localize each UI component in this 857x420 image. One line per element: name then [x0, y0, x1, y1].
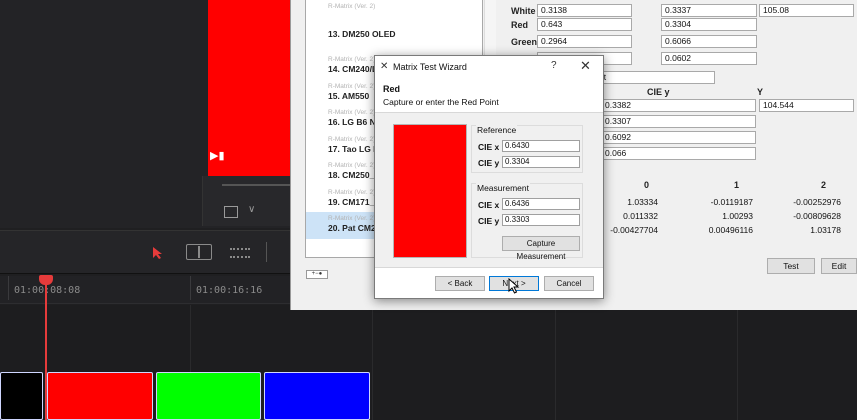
capture-measurement-button[interactable]: Capture Measurement	[502, 236, 580, 261]
meas-y-field[interactable]: 0.6092	[601, 131, 756, 144]
list-item-subtitle: R-Matrix (Ver. 2)	[328, 3, 376, 10]
matrix-col-header: 1	[734, 180, 740, 190]
step-subtitle: Capture or enter the Red Point	[383, 97, 499, 107]
help-icon[interactable]: ?	[551, 60, 557, 71]
white-y-field[interactable]: 0.3337	[661, 4, 757, 17]
red-label: Red	[511, 20, 529, 30]
wizard-body: Reference CIE x 0.6430 CIE y 0.3304 Meas…	[375, 112, 603, 268]
meas-cie-x-field[interactable]: 0.6436	[502, 198, 580, 210]
meas-y-field[interactable]: 0.3382	[601, 99, 756, 112]
playhead-line	[45, 284, 47, 420]
reference-group-title: Reference	[476, 125, 518, 135]
green-y-field[interactable]: 0.6066	[661, 35, 757, 48]
col-header-Y: Y	[757, 87, 764, 97]
list-item[interactable]: R-Matrix (Ver. 2)	[306, 0, 482, 27]
meas-cie-x-label: CIE x	[478, 200, 500, 210]
play-marker-icon[interactable]: ▶▮	[210, 150, 225, 162]
measurement-group: Measurement CIE x 0.6436 CIE y 0.3303 Ca…	[471, 183, 583, 261]
matrix-cell: -0.0119187	[710, 197, 753, 207]
list-item[interactable]: 13. DM250 OLED	[306, 27, 482, 54]
timeline-clip-blue[interactable]	[264, 372, 370, 420]
timeline-clip-red[interactable]	[47, 372, 153, 420]
green-label: Green	[511, 37, 538, 47]
meas-cie-y-field[interactable]: 0.3303	[502, 214, 580, 226]
wizard-step-header: Red Capture or enter the Red Point	[383, 84, 499, 107]
meas-y-field[interactable]: 0.3307	[601, 115, 756, 128]
ruler-timecode: 01:00:16:16	[196, 285, 263, 296]
matrix-col-header: 0	[644, 180, 650, 190]
red-x-field[interactable]: 0.643	[537, 18, 632, 31]
meas-Y-field[interactable]: 104.544	[759, 99, 854, 112]
viewer-scrub-bar[interactable]	[222, 184, 290, 186]
matrix-cell: -0.00252976	[793, 197, 841, 207]
reference-group: Reference CIE x 0.6430 CIE y 0.3304	[471, 125, 583, 173]
ruler-tick	[190, 276, 191, 300]
meas-cie-y-label: CIE y	[478, 216, 500, 226]
step-title: Red	[383, 84, 401, 94]
dialog-title: Matrix Test Wizard	[393, 62, 467, 72]
ref-cie-x-label: CIE x	[478, 142, 500, 152]
blue-y-field[interactable]: 0.0602	[661, 52, 757, 65]
measurement-group-title: Measurement	[476, 183, 530, 193]
trim-tool-icon[interactable]	[186, 244, 212, 260]
col-header-cie-y: CIE y	[647, 87, 670, 97]
ref-cie-y-label: CIE y	[478, 158, 500, 168]
list-item-title: 13. DM250 OLED	[328, 28, 396, 39]
green-x-field[interactable]: 0.2964	[537, 35, 632, 48]
matrix-test-wizard-dialog: ✕ Matrix Test Wizard ? ✕ Red Capture or …	[374, 55, 604, 299]
frame-size-icon[interactable]	[224, 206, 238, 218]
white-label: White	[511, 6, 536, 16]
matrix-cell: 1.00293	[722, 211, 753, 221]
track-grid-line	[372, 305, 373, 420]
timeline-clip-green[interactable]	[156, 372, 261, 420]
timeline-clip-black[interactable]	[0, 372, 43, 420]
ruler-timecode: 01:00:08:08	[14, 285, 81, 296]
list-controls[interactable]: +−●	[306, 270, 328, 279]
dynamic-trim-icon[interactable]	[230, 248, 250, 258]
test-button[interactable]: Test	[767, 258, 815, 274]
close-icon[interactable]: ✕	[580, 58, 591, 74]
dialog-titlebar[interactable]: ✕ Matrix Test Wizard ? ✕	[375, 56, 603, 78]
matrix-col-header: 2	[821, 180, 827, 190]
back-button[interactable]: < Back	[435, 276, 485, 291]
track-grid-line	[737, 305, 738, 420]
chevron-down-icon[interactable]: ∨	[248, 204, 255, 215]
measurement-name-field[interactable]: nt	[595, 71, 715, 84]
cancel-button[interactable]: Cancel	[544, 276, 594, 291]
matrix-cell: 1.03178	[810, 225, 841, 235]
white-x-field[interactable]: 0.3138	[537, 4, 632, 17]
selection-tool-icon[interactable]	[152, 246, 164, 260]
edit-button[interactable]: Edit	[821, 258, 857, 274]
track-grid-line	[555, 305, 556, 420]
ruler-tick	[8, 276, 9, 300]
white-Y-field[interactable]: 105.08	[759, 4, 854, 17]
meas-y-field[interactable]: 0.066	[601, 147, 756, 160]
toolbar-divider	[266, 242, 267, 262]
ref-cie-x-field[interactable]: 0.6430	[502, 140, 580, 152]
mouse-pointer-icon	[508, 278, 520, 294]
color-swatch-red	[393, 124, 467, 258]
red-y-field[interactable]: 0.3304	[661, 18, 757, 31]
matrix-cell: 0.00496116	[708, 225, 753, 235]
wizard-app-icon: ✕	[380, 61, 389, 72]
ref-cie-y-field[interactable]: 0.3304	[502, 156, 580, 168]
matrix-cell: -0.00809628	[793, 211, 841, 221]
